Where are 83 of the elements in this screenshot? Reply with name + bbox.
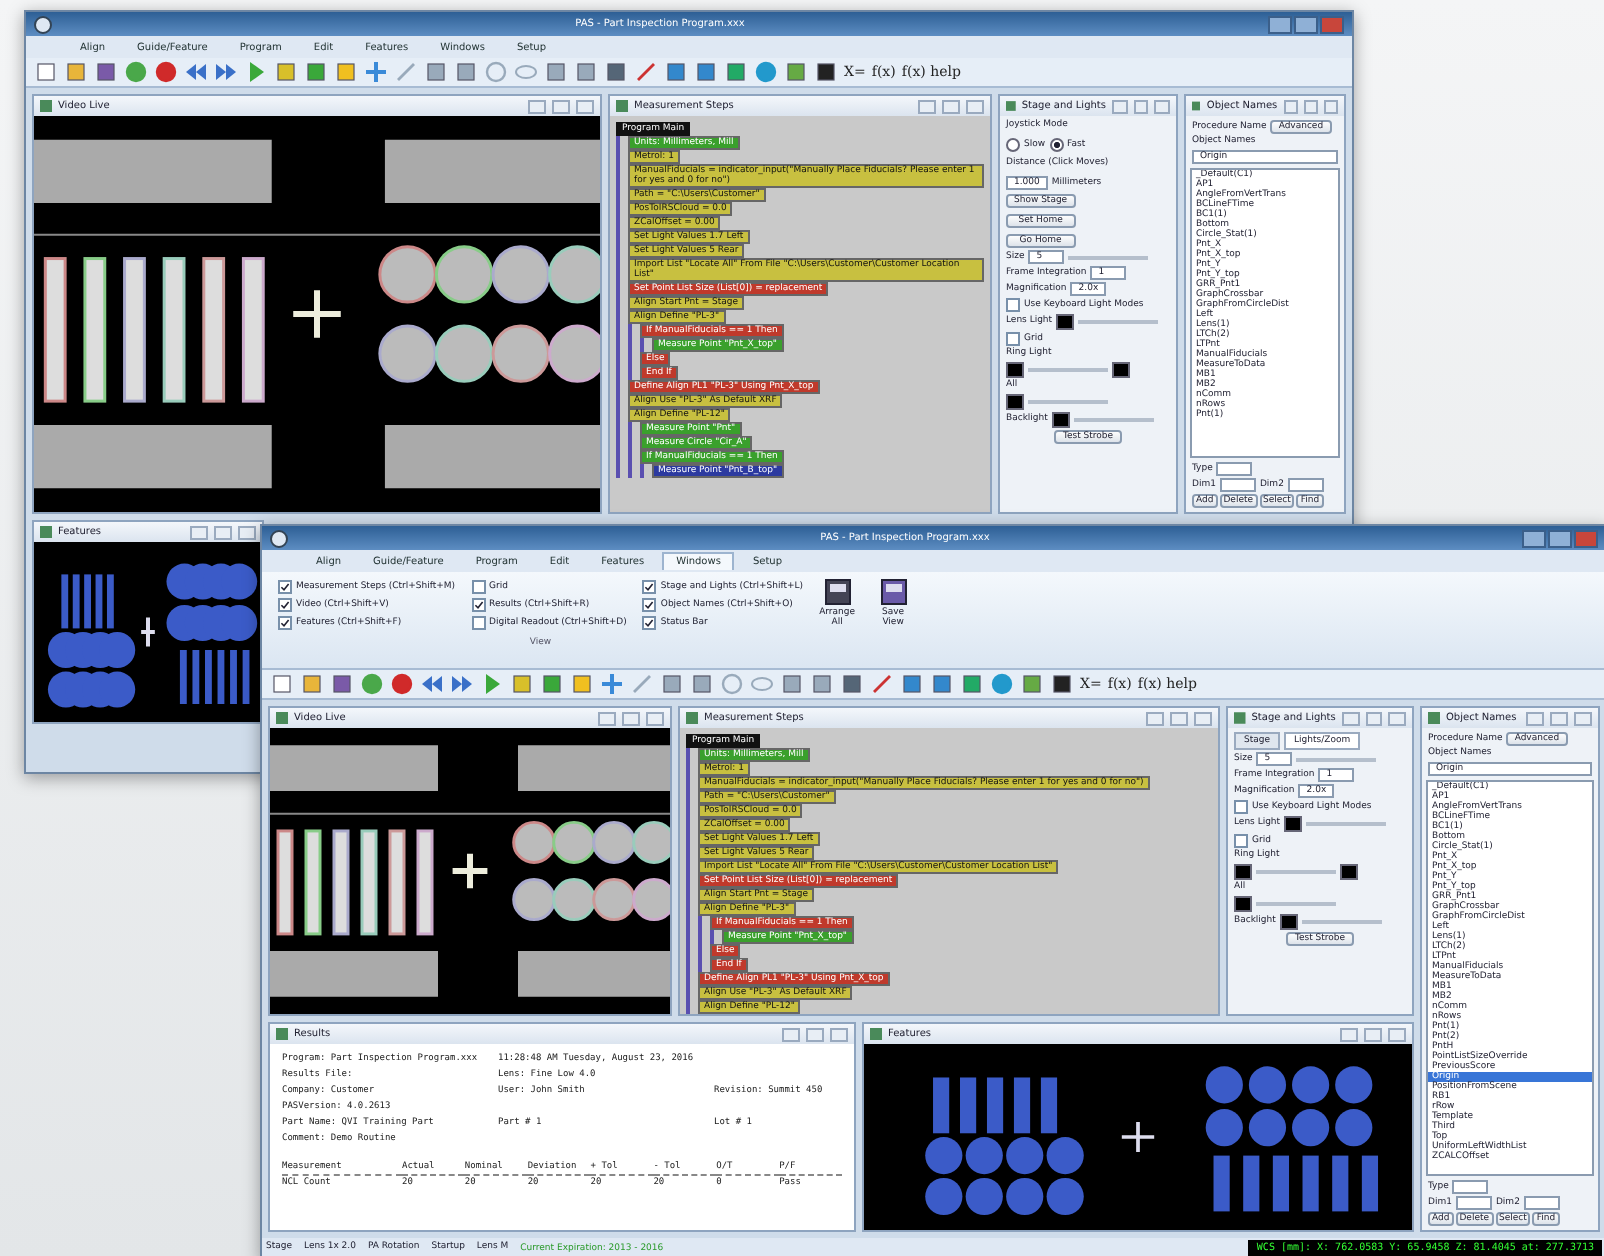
close-button[interactable] (238, 525, 256, 539)
maximize-button[interactable] (806, 1027, 824, 1041)
dim2-field[interactable] (1287, 478, 1324, 492)
checkbox[interactable] (278, 598, 292, 612)
minimize-button[interactable] (1111, 99, 1128, 113)
record-icon[interactable] (390, 672, 414, 696)
maximize-button[interactable] (1365, 711, 1383, 725)
minimize-button[interactable] (1340, 1027, 1358, 1041)
minimize-button[interactable] (598, 711, 616, 725)
circle-tool-icon[interactable] (484, 60, 508, 84)
light-swatch[interactable] (1284, 816, 1303, 832)
checkbox[interactable] (1006, 298, 1020, 312)
light-swatch[interactable] (1006, 362, 1024, 378)
close-button[interactable] (576, 99, 594, 113)
checkbox[interactable] (278, 616, 292, 630)
sphere-icon[interactable] (754, 60, 778, 84)
windows-grid-icon (823, 578, 852, 606)
light-swatch[interactable] (1279, 914, 1298, 930)
maximize-button[interactable] (1294, 15, 1318, 33)
checkbox[interactable] (278, 580, 292, 594)
checkbox[interactable] (1234, 834, 1248, 848)
maximize-button[interactable] (942, 99, 960, 113)
ellipse-tool-icon[interactable] (750, 672, 774, 696)
maximize-button[interactable] (214, 525, 232, 539)
close-button[interactable] (1323, 99, 1338, 113)
light-swatch[interactable] (1056, 314, 1075, 330)
light-swatch[interactable] (1340, 864, 1358, 880)
close-button[interactable] (1574, 711, 1592, 725)
type-field[interactable] (1216, 462, 1253, 476)
maximize-button[interactable] (1548, 529, 1572, 547)
crosshair-icon[interactable] (600, 672, 624, 696)
type-field[interactable] (1452, 1180, 1489, 1194)
maximize-button[interactable] (552, 99, 570, 113)
maximize-button[interactable] (1364, 1027, 1382, 1041)
checkbox[interactable] (642, 598, 657, 612)
maximize-button[interactable] (1550, 711, 1568, 725)
light-swatch[interactable] (1234, 896, 1252, 912)
light-swatch[interactable] (1006, 394, 1024, 410)
checkbox[interactable] (642, 580, 657, 594)
maximize-button[interactable] (1133, 99, 1149, 113)
close-button[interactable] (966, 99, 984, 113)
maximize-button[interactable] (1170, 711, 1188, 725)
dim1-field[interactable] (1219, 478, 1256, 492)
checkbox[interactable] (471, 580, 486, 594)
checkbox[interactable] (471, 598, 486, 612)
file-icon[interactable] (270, 672, 294, 696)
maximize-button[interactable] (1303, 99, 1318, 113)
record-icon[interactable] (154, 60, 178, 84)
light-swatch[interactable] (1051, 412, 1070, 428)
minimize-button[interactable] (528, 99, 546, 113)
sphere-icon[interactable] (990, 672, 1014, 696)
line-tool-icon[interactable] (630, 672, 654, 696)
line-tool-icon[interactable] (394, 60, 418, 84)
checkbox[interactable] (1234, 800, 1248, 814)
checkbox[interactable] (1006, 332, 1020, 346)
minimize-button[interactable] (1341, 711, 1360, 725)
light-swatch[interactable] (1112, 362, 1130, 378)
close-button[interactable] (1154, 99, 1170, 113)
close-button[interactable] (1388, 711, 1406, 725)
crosshair-icon[interactable] (364, 60, 388, 84)
minimize-button[interactable] (1283, 99, 1298, 113)
minimize-button[interactable] (1268, 15, 1292, 33)
checkbox[interactable] (642, 616, 657, 630)
minimize-button[interactable] (1146, 711, 1164, 725)
light-swatch[interactable] (1234, 864, 1252, 880)
minimize-button[interactable] (918, 99, 936, 113)
close-button[interactable] (830, 1027, 848, 1041)
dim2-field[interactable] (1523, 1196, 1560, 1210)
minimize-button[interactable] (1526, 711, 1544, 725)
radio-button[interactable] (1049, 138, 1064, 152)
close-button[interactable] (1194, 711, 1212, 725)
checkbox[interactable] (471, 616, 486, 630)
file-icon[interactable] (34, 60, 58, 84)
minimize-button[interactable] (782, 1027, 800, 1041)
dim1-field[interactable] (1455, 1196, 1492, 1210)
circle-tool-icon[interactable] (720, 672, 744, 696)
minimize-button[interactable] (1522, 529, 1546, 547)
close-button[interactable] (1388, 1027, 1406, 1041)
minimize-button[interactable] (190, 525, 208, 539)
close-button[interactable] (646, 711, 664, 725)
maximize-button[interactable] (622, 711, 640, 725)
ellipse-tool-icon[interactable] (514, 60, 538, 84)
radio-button[interactable] (1006, 138, 1020, 152)
